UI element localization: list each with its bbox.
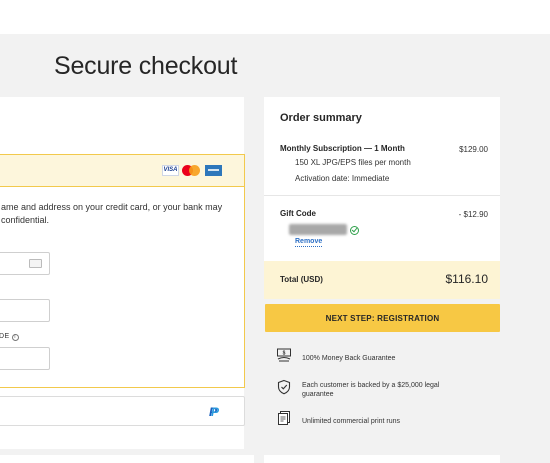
card-number-input[interactable] bbox=[0, 252, 50, 275]
check-icon bbox=[350, 226, 359, 235]
mastercard-icon bbox=[182, 165, 202, 176]
plan-detail-activation: Activation date: Immediate bbox=[295, 174, 390, 183]
next-step-registration-button[interactable]: NEXT STEP: REGISTRATION bbox=[265, 304, 500, 332]
security-code-input[interactable] bbox=[0, 347, 50, 370]
money-back-icon: $ bbox=[277, 348, 291, 362]
plan-name: Monthly Subscription — 1 Month bbox=[280, 144, 405, 153]
card-icon bbox=[29, 259, 42, 268]
shield-icon bbox=[277, 379, 291, 395]
next-section-left bbox=[0, 455, 254, 463]
summary-divider bbox=[264, 195, 500, 196]
perk-money-back-text: 100% Money Back Guarantee bbox=[302, 355, 396, 362]
expiry-input[interactable] bbox=[0, 299, 50, 322]
total-row: Total (USD) $116.10 bbox=[264, 261, 500, 299]
gift-code-label: Gift Code bbox=[280, 209, 316, 218]
gift-code-value-redacted bbox=[289, 224, 347, 235]
info-icon[interactable]: i bbox=[11, 334, 19, 341]
card-brands: VISA bbox=[162, 165, 222, 176]
security-code-label: DE i bbox=[0, 333, 19, 341]
svg-text:$: $ bbox=[283, 351, 286, 357]
credit-card-header[interactable]: VISA bbox=[0, 155, 244, 187]
plan-price: $129.00 bbox=[459, 145, 488, 154]
remove-gift-code-link[interactable]: Remove bbox=[295, 238, 323, 247]
paypal-option[interactable]: PP bbox=[0, 396, 245, 426]
amex-icon bbox=[205, 165, 222, 176]
order-summary-title: Order summary bbox=[280, 112, 362, 124]
gift-code-amount: - $12.90 bbox=[458, 210, 488, 219]
page-title: Secure checkout bbox=[54, 52, 238, 80]
perk-money-back: $ 100% Money Back Guarantee bbox=[276, 347, 395, 363]
perk-print-runs-text: Unlimited commercial print runs bbox=[302, 418, 401, 425]
perk-legal-guarantee: Each customer is backed by a $25,000 leg… bbox=[276, 379, 439, 398]
paypal-icon: PP bbox=[209, 405, 220, 419]
print-runs-icon bbox=[278, 411, 290, 425]
perk-print-runs: Unlimited commercial print runs bbox=[276, 410, 400, 426]
plan-detail-files: 150 XL JPG/EPS files per month bbox=[295, 158, 411, 167]
card-notice: ame and address on your credit card, or … bbox=[1, 202, 223, 225]
total-label: Total (USD) bbox=[280, 275, 323, 284]
next-section-right bbox=[264, 455, 500, 463]
perk-legal-guarantee-text: Each customer is backed by a $25,000 leg… bbox=[302, 382, 440, 398]
visa-icon: VISA bbox=[162, 165, 179, 176]
total-value: $116.10 bbox=[445, 272, 489, 286]
order-summary: Order summary Monthly Subscription — 1 M… bbox=[264, 97, 500, 299]
credit-card-section: VISA ame and address on your credit card… bbox=[0, 154, 245, 388]
